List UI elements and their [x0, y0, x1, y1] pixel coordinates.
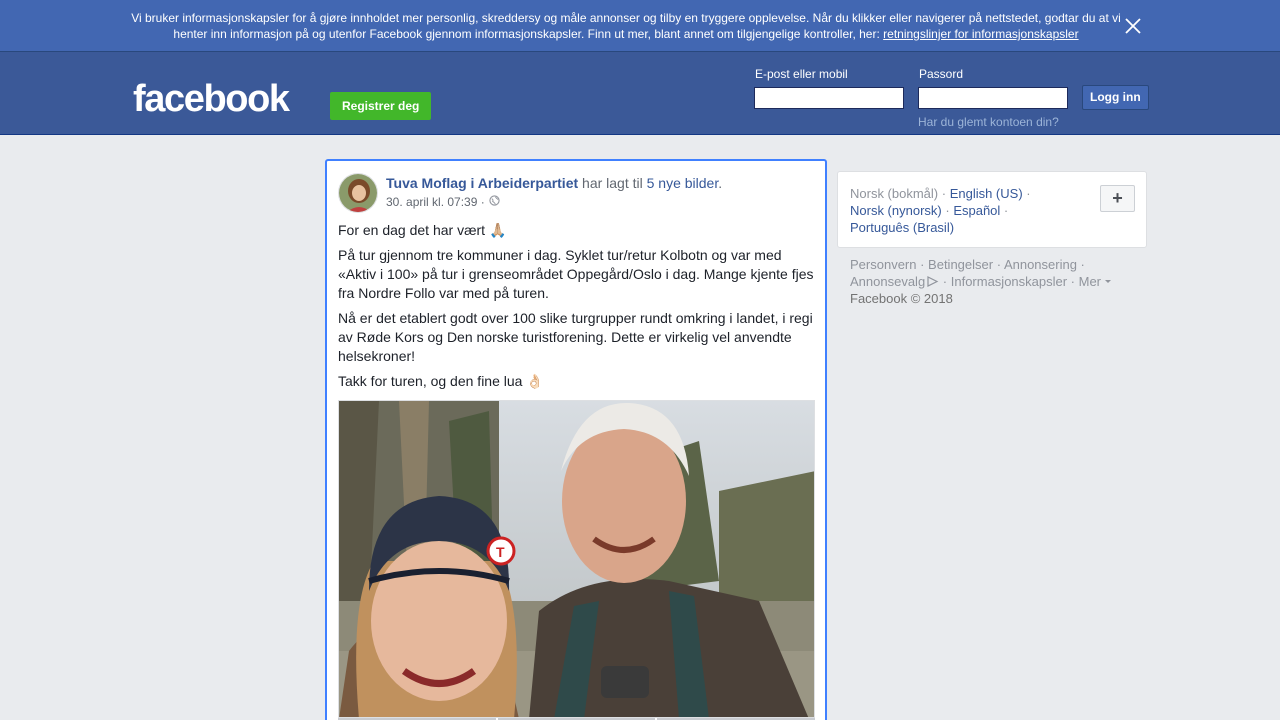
language-nynorsk[interactable]: Norsk (nynorsk): [850, 203, 942, 218]
footer-links: Personvern · Betingelser · Annonsering ·…: [850, 256, 1140, 307]
adchoices-icon: [925, 274, 939, 289]
post-paragraph: For en dag det har vært 🙏🏼: [338, 222, 507, 238]
email-input[interactable]: [754, 87, 904, 109]
login-button[interactable]: Logg inn: [1082, 85, 1149, 110]
post-paragraph: Takk for turen, og den fine lua 👌🏻: [338, 373, 544, 389]
footer-advertising-link[interactable]: Annonsering: [1004, 257, 1077, 272]
facebook-logo[interactable]: facebook: [133, 76, 290, 122]
password-input[interactable]: [918, 87, 1068, 109]
footer-privacy-link[interactable]: Personvern: [850, 257, 916, 272]
dropdown-arrow-icon: [1101, 274, 1112, 289]
footer-terms-link[interactable]: Betingelser: [928, 257, 993, 272]
post-text: For en dag det har vært 🙏🏼 På tur gjenno…: [338, 221, 816, 397]
post-action-text: har lagt til: [582, 175, 643, 191]
footer-adchoices-link[interactable]: Annonsevalg: [850, 274, 939, 289]
forgot-account-link[interactable]: Har du glemt kontoen din?: [918, 115, 1059, 129]
language-spanish[interactable]: Español: [953, 203, 1000, 218]
password-label: Passord: [919, 67, 964, 81]
svg-text:T: T: [496, 544, 505, 560]
post-card: Tuva Moflag i Arbeiderpartiet har lagt t…: [325, 159, 827, 720]
close-icon[interactable]: [1122, 15, 1144, 37]
language-english[interactable]: English (US): [950, 186, 1023, 201]
post-paragraph: På tur gjennom tre kommuner i dag. Sykle…: [338, 247, 814, 301]
author-link[interactable]: Tuva Moflag i Arbeiderpartiet: [386, 175, 578, 191]
top-bar: facebook Registrer deg E-post eller mobi…: [0, 52, 1280, 135]
post-timestamp: 30. april kl. 07:39 ·: [386, 195, 500, 209]
post-header-period: .: [718, 175, 723, 191]
language-current: Norsk (bokmål): [850, 186, 939, 201]
post-paragraph: Nå er det etablert godt over 100 slike t…: [338, 310, 813, 364]
register-button[interactable]: Registrer deg: [330, 92, 432, 120]
language-selector: Norsk (bokmål) · English (US) · Norsk (n…: [837, 171, 1147, 248]
globe-icon: [489, 195, 500, 209]
post-header: Tuva Moflag i Arbeiderpartiet har lagt t…: [386, 174, 722, 192]
copyright: Facebook © 2018: [850, 291, 953, 306]
timestamp-link[interactable]: 30. april kl. 07:39 ·: [386, 195, 485, 209]
language-list: Norsk (bokmål) · English (US) · Norsk (n…: [850, 186, 1031, 235]
avatar[interactable]: [338, 173, 378, 213]
footer-cookies-link[interactable]: Informasjonskapsler: [951, 274, 1067, 289]
footer-more-label: Mer: [1078, 274, 1102, 289]
post-photo[interactable]: T: [338, 400, 815, 718]
footer-more-link[interactable]: Mer: [1079, 274, 1112, 289]
photos-link[interactable]: 5 nye bilder: [647, 175, 719, 191]
add-language-button[interactable]: +: [1100, 185, 1135, 212]
footer-adchoices-label: Annonsevalg: [850, 274, 926, 289]
cookie-notice-text: Vi bruker informasjonskapsler for å gjør…: [130, 10, 1122, 42]
language-portuguese[interactable]: Português (Brasil): [850, 220, 954, 235]
cookie-banner: Vi bruker informasjonskapsler for å gjør…: [0, 0, 1280, 52]
cookie-policy-link[interactable]: retningslinjer for informasjonskapsler: [883, 27, 1078, 41]
email-label: E-post eller mobil: [755, 67, 848, 81]
